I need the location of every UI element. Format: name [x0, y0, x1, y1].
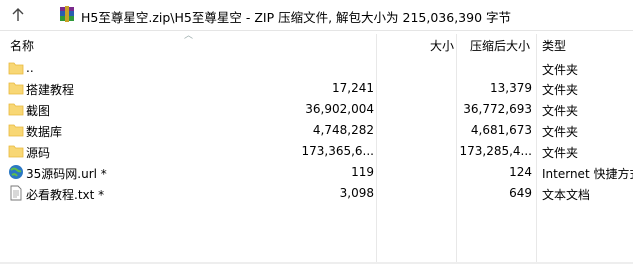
file-name: 必看教程.txt *: [26, 188, 105, 202]
address-bar: H5至尊星空.zip\H5至尊星空 - ZIP 压缩文件, 解包大小为 215,…: [0, 0, 633, 31]
column-type[interactable]: 类型: [542, 37, 566, 54]
column-name[interactable]: 名称: [10, 37, 34, 54]
internet-shortcut-icon: [9, 165, 23, 179]
file-type: 文件夹: [542, 83, 579, 97]
table-row[interactable]: 35源码网.url * 119 124 Internet 快捷方式: [0, 162, 633, 183]
folder-icon: [8, 124, 24, 137]
path-text: H5至尊星空.zip\H5至尊星空 - ZIP 压缩文件, 解包大小为 215,…: [81, 10, 511, 25]
table-row[interactable]: 源码 173,365,6... 173,285,4... 文件夹: [0, 141, 633, 162]
folder-icon: [8, 145, 24, 158]
file-size: 3,098: [339, 186, 374, 200]
file-type: 文本文档: [542, 188, 591, 202]
file-type: 文件夹: [542, 146, 579, 160]
sort-ascending-icon: ︿: [184, 31, 194, 41]
file-type: 文件夹: [542, 104, 579, 118]
file-name: ..: [26, 61, 34, 75]
folder-icon: [8, 62, 24, 75]
folder-icon: [8, 103, 24, 116]
table-row[interactable]: 必看教程.txt * 3,098 649 文本文档: [0, 183, 633, 204]
table-row[interactable]: 搭建教程 17,241 13,379 文件夹: [0, 78, 633, 99]
up-arrow-icon: [12, 8, 24, 21]
column-header: 名称 大小 压缩后大小 类型: [0, 34, 633, 56]
file-size: 119: [351, 165, 374, 179]
file-packed-size: 13,379: [490, 81, 532, 95]
up-arrow-button[interactable]: [4, 3, 32, 27]
file-type: Internet 快捷方式: [542, 167, 633, 181]
archive-icon: [60, 6, 74, 22]
file-type: 文件夹: [542, 63, 579, 77]
table-row[interactable]: .. 文件夹: [0, 58, 633, 79]
file-packed-size: 124: [509, 165, 532, 179]
text-file-icon: [10, 185, 22, 201]
file-name: 数据库: [26, 125, 63, 139]
file-packed-size: 649: [509, 186, 532, 200]
file-name: 源码: [26, 146, 51, 160]
table-row[interactable]: 数据库 4,748,282 4,681,673 文件夹: [0, 120, 633, 141]
table-row[interactable]: 截图 36,902,004 36,772,693 文件夹: [0, 99, 633, 120]
file-size: 173,365,6...: [301, 144, 374, 158]
file-packed-size: 36,772,693: [463, 102, 532, 116]
file-size: 17,241: [332, 81, 374, 95]
column-packed-size[interactable]: 压缩后大小: [470, 37, 530, 54]
file-name: 35源码网.url *: [26, 167, 107, 181]
file-name: 截图: [26, 104, 51, 118]
column-size[interactable]: 大小: [430, 37, 454, 54]
folder-icon: [8, 82, 24, 95]
file-size: 4,748,282: [312, 123, 374, 137]
file-packed-size: 4,681,673: [470, 123, 532, 137]
file-type: 文件夹: [542, 125, 579, 139]
file-packed-size: 173,285,4...: [459, 144, 532, 158]
file-size: 36,902,004: [305, 102, 374, 116]
file-name: 搭建教程: [26, 83, 75, 97]
